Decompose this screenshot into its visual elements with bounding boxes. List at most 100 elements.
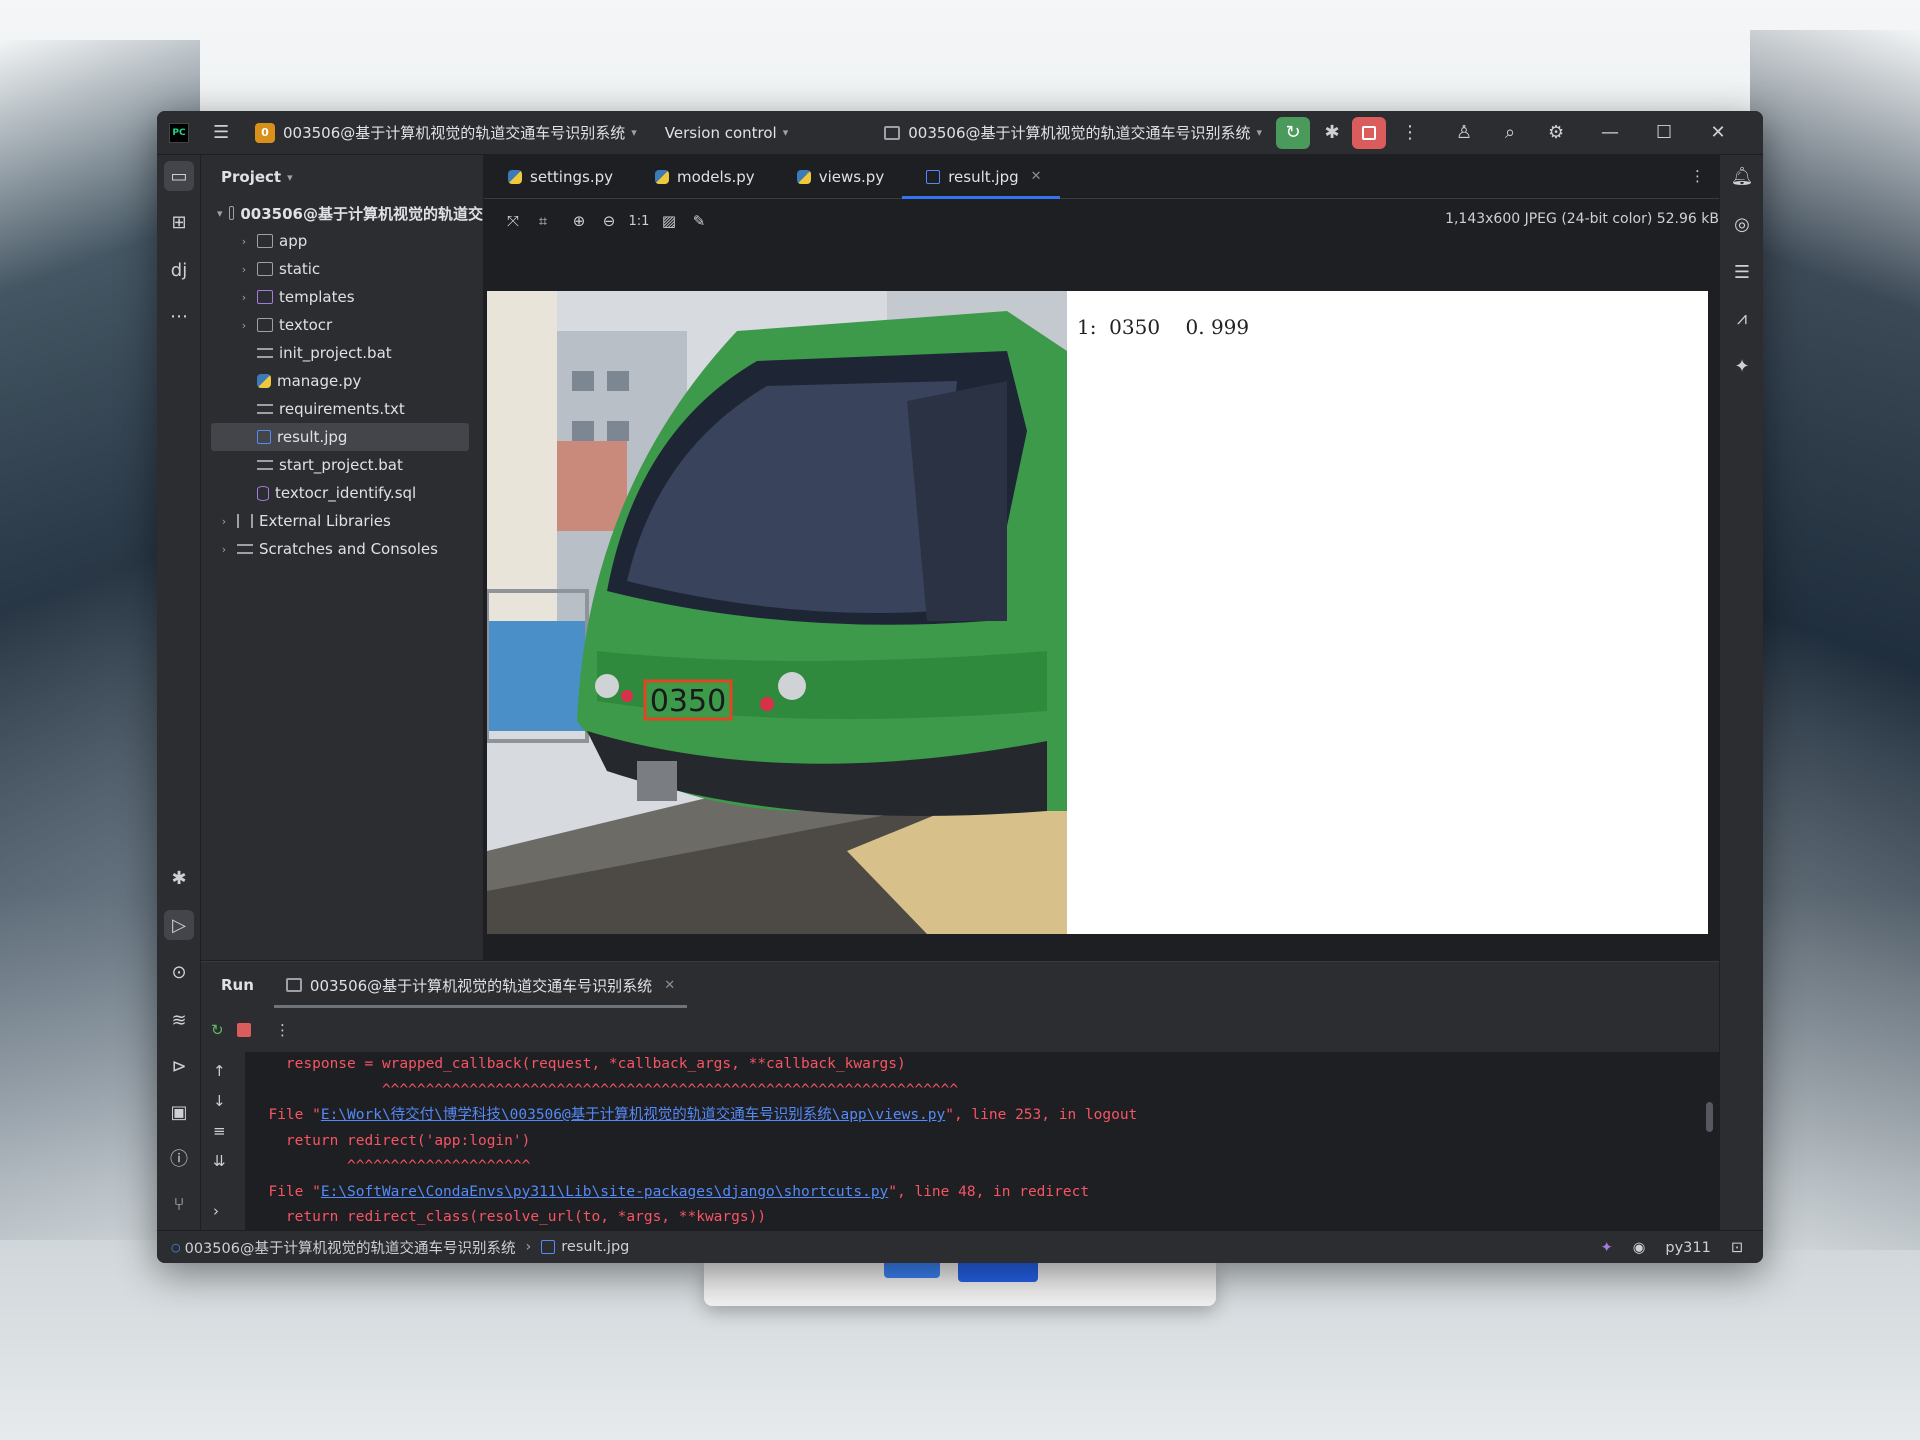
settings-gear-icon[interactable]: ⚙ — [1540, 117, 1572, 149]
console-output: response = wrapped_callback(request, *ca… — [251, 1052, 1711, 1231]
tree-item-static[interactable]: › static — [201, 255, 483, 283]
tree-root-label: 003506@基于计算机视觉的轨道交 — [240, 204, 483, 223]
tree-item-label: textocr_identify.sql — [275, 484, 417, 502]
status-file[interactable]: result.jpg — [561, 1239, 629, 1255]
run-icon[interactable]: ▷ — [164, 910, 194, 940]
project-selector[interactable]: 0 003506@基于计算机视觉的轨道交通车号识别系统 ▾ — [233, 111, 637, 155]
project-folder-icon[interactable]: ▭ — [164, 161, 194, 191]
services-icon[interactable]: ⊳ — [164, 1051, 194, 1081]
notifications-bell-icon[interactable]: 🔔︎ — [1727, 161, 1757, 191]
status-project[interactable]: 003506@基于计算机视觉的轨道交通车号识别系统 — [185, 1237, 516, 1258]
image-info: 1,143x600 JPEG (24-bit color) 52.96 kB — [1445, 211, 1719, 227]
tree-item-start-project-bat[interactable]: start_project.bat — [201, 451, 483, 479]
image-file-icon — [541, 1240, 556, 1254]
layers-icon[interactable]: ≋ — [164, 1005, 194, 1035]
python-file-icon — [508, 169, 522, 184]
soft-wrap-icon[interactable]: ≡ — [213, 1122, 226, 1140]
close-icon[interactable]: ✕ — [1702, 117, 1734, 149]
debug-icon[interactable]: ✱ — [1316, 117, 1348, 149]
search-icon[interactable]: ⌕ — [1494, 117, 1526, 149]
tab-views-py[interactable]: views.py — [773, 155, 903, 199]
rerun-button[interactable]: ↻ — [1276, 116, 1311, 149]
background-toggle-icon[interactable]: ▨ — [654, 212, 684, 230]
console-line: File "E:\SoftWare\CondaEnvs\py311\Lib\si… — [251, 1180, 1711, 1206]
stop-icon[interactable] — [237, 1023, 251, 1037]
grid-icon[interactable]: ⌗ — [528, 212, 558, 230]
ai-plugin-icon[interactable]: ✦ — [1601, 1240, 1613, 1256]
chevron-down-icon: ▾ — [287, 170, 293, 184]
tree-item-textocr-identify-sql[interactable]: textocr_identify.sql — [201, 479, 483, 507]
run-tab-label: 003506@基于计算机视觉的轨道交通车号识别系统 — [309, 976, 653, 995]
main-menu-icon[interactable]: ☰ — [213, 111, 233, 155]
folder-icon — [257, 318, 273, 332]
add-user-icon[interactable]: ♙ — [1448, 117, 1480, 149]
more-tools-icon[interactable]: ⋯ — [164, 301, 194, 331]
console-scrollbar[interactable] — [1706, 1102, 1713, 1132]
stop-button[interactable] — [1352, 116, 1387, 149]
expand-icon[interactable]: › — [213, 1202, 219, 1220]
more-actions-icon[interactable]: ⋮ — [275, 1021, 290, 1039]
eye-icon[interactable]: ◉ — [1633, 1240, 1646, 1256]
run-gutter: ↑ ↓ ≡ ⇊ › — [201, 1052, 245, 1231]
git-icon[interactable]: ⑂ — [164, 1189, 194, 1219]
debug-bug-icon[interactable]: ✱ — [164, 863, 194, 893]
tree-item-scratches[interactable]: › Scratches and Consoles — [201, 535, 483, 563]
django-icon[interactable]: dj — [164, 255, 194, 285]
zoom-out-icon[interactable]: ⊖ — [594, 212, 624, 230]
problems-icon[interactable]: ⓘ — [164, 1143, 194, 1173]
structure-icon[interactable]: ⊞ — [164, 207, 194, 237]
tab-models-py[interactable]: models.py — [631, 155, 773, 199]
tree-item-label: static — [279, 260, 321, 278]
scroll-down-icon[interactable]: ↓ — [213, 1092, 226, 1110]
console-text: ", line 48, in redirect — [888, 1183, 1090, 1200]
tree-root[interactable]: ▾ 003506@基于计算机视觉的轨道交 — [201, 199, 483, 227]
scroll-up-icon[interactable]: ↑ — [213, 1062, 226, 1080]
minimize-icon[interactable]: — — [1594, 117, 1626, 149]
ai-assistant-icon[interactable]: ◎ — [1727, 209, 1757, 239]
chevron-right-icon: › — [241, 318, 247, 332]
actual-size-button[interactable]: 1:1 — [624, 214, 654, 229]
project-badge: 0 — [255, 122, 275, 143]
more-actions-icon[interactable]: ⋮ — [1394, 117, 1426, 149]
tree-item-manage-py[interactable]: manage.py — [201, 367, 483, 395]
lock-icon[interactable]: ⊡ — [1731, 1240, 1743, 1256]
close-tab-icon[interactable]: ✕ — [1031, 169, 1042, 184]
scroll-to-end-icon[interactable]: ⇊ — [213, 1152, 226, 1170]
fit-zoom-icon[interactable]: ⤧ — [498, 212, 528, 230]
project-name: 003506@基于计算机视觉的轨道交通车号识别系统 — [283, 124, 626, 142]
database-icon[interactable]: ☰ — [1727, 257, 1757, 287]
plugin-icon[interactable]: ✦ — [1727, 351, 1757, 381]
tree-item-app[interactable]: › app — [201, 227, 483, 255]
tree-item-label: result.jpg — [277, 428, 348, 446]
tree-item-textocr[interactable]: › textocr — [201, 311, 483, 339]
terminal-icon[interactable]: ▣ — [164, 1097, 194, 1127]
version-control-menu[interactable]: Version control ▾ — [665, 111, 788, 155]
tree-item-label: start_project.bat — [279, 456, 403, 474]
tree-item-requirements-txt[interactable]: requirements.txt — [201, 395, 483, 423]
color-picker-icon[interactable]: ✎ — [684, 212, 714, 230]
console-line: ^^^^^^^^^^^^^^^^^^^^^^^^^^^^^^^^^^^^^^^^… — [251, 1081, 959, 1098]
tab-settings-py[interactable]: settings.py — [484, 155, 631, 199]
run-config-selector[interactable]: 003506@基于计算机视觉的轨道交通车号识别系统 ▾ — [884, 111, 1262, 155]
tree-item-init-project-bat[interactable]: init_project.bat — [201, 339, 483, 367]
tabs-more-icon[interactable]: ⋮ — [1690, 167, 1705, 185]
tree-item-result-jpg[interactable]: result.jpg — [211, 423, 469, 451]
file-link[interactable]: E:\SoftWare\CondaEnvs\py311\Lib\site-pac… — [321, 1184, 888, 1200]
project-panel-header[interactable]: Project ▾ — [201, 155, 483, 199]
sciview-icon[interactable]: ⩘ — [1727, 303, 1757, 333]
rerun-icon[interactable]: ↻ — [211, 1021, 237, 1039]
console-line: return redirect('app:login') — [251, 1132, 531, 1149]
tab-result-jpg[interactable]: result.jpg ✕ — [902, 155, 1060, 199]
file-link[interactable]: E:\Work\待交付\博学科技\003506@基于计算机视觉的轨道交通车号识别… — [321, 1107, 945, 1123]
run-tab[interactable]: 003506@基于计算机视觉的轨道交通车号识别系统 ✕ — [273, 962, 688, 1008]
maximize-icon[interactable]: ☐ — [1648, 117, 1680, 149]
stop-icon — [1362, 125, 1377, 140]
text-file-icon — [257, 404, 273, 414]
zoom-in-icon[interactable]: ⊕ — [564, 212, 594, 230]
tree-item-external-libraries[interactable]: › External Libraries — [201, 507, 483, 535]
interpreter[interactable]: py311 — [1665, 1240, 1710, 1256]
close-tab-icon[interactable]: ✕ — [664, 978, 675, 993]
tree-item-label: app — [279, 232, 308, 250]
tree-item-templates[interactable]: › templates — [201, 283, 483, 311]
python-console-icon[interactable]: ⊙ — [164, 957, 194, 987]
